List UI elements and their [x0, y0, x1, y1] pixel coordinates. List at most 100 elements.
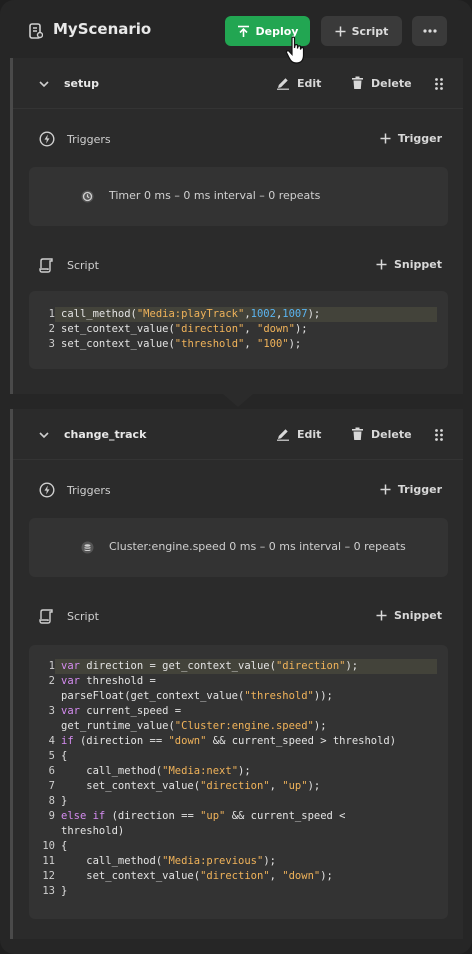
add-snippet-label: Snippet	[394, 609, 442, 622]
line-number: 11	[42, 855, 55, 867]
code-line: 2 var threshold =	[29, 674, 448, 689]
code-text: threshold)	[61, 825, 125, 837]
line-number: 4	[48, 735, 55, 747]
line-number: 12	[42, 870, 55, 882]
add-snippet-label: Snippet	[394, 258, 442, 271]
scenario-icon	[29, 23, 43, 39]
line-number: 10	[42, 840, 55, 852]
code-editor[interactable]: 1 var direction = get_context_value("dire…	[29, 645, 448, 919]
plus-icon	[380, 484, 391, 495]
code-text: var threshold =	[61, 675, 156, 687]
block-name: change_track	[64, 428, 147, 441]
add-script-label: Script	[351, 24, 389, 38]
code-line: 3 var current_speed =	[29, 704, 448, 719]
code-line: 10 {	[29, 839, 448, 854]
code-line: parseFloat(get_context_value("threshold"…	[29, 689, 448, 704]
script-label: Script	[67, 258, 99, 272]
code-line: 11 call_method("Media:previous");	[29, 854, 448, 869]
plus-icon	[380, 133, 391, 144]
line-number	[29, 689, 55, 704]
add-snippet-button[interactable]: Snippet	[376, 609, 442, 622]
code-text: set_context_value("direction", "down");	[61, 323, 308, 335]
code-text: }	[61, 795, 68, 807]
plus-icon	[376, 259, 387, 270]
code-line: 12 set_context_value("direction", "down"…	[29, 869, 448, 884]
code-line: 5{	[29, 749, 448, 764]
code-line: 2 set_context_value("direction", "down")…	[29, 322, 448, 337]
clock-icon	[81, 190, 94, 203]
database-icon	[81, 541, 94, 554]
script-heading: Script	[39, 257, 99, 273]
script-block-change-track: change_track Edit Delete Triggers Trigge…	[10, 409, 463, 939]
code-line: 9 else if (direction == "up" && current_s…	[29, 809, 448, 824]
code-text: set_context_value("direction", "up");	[61, 780, 321, 792]
trash-icon	[351, 76, 364, 90]
plus-icon	[335, 26, 346, 37]
code-text: var current_speed =	[61, 705, 182, 717]
more-options-button[interactable]	[412, 16, 447, 46]
delete-label: Delete	[371, 427, 412, 441]
code-line: 3 set_context_value("threshold", "100");	[29, 337, 448, 352]
code-line: 8}	[29, 794, 448, 809]
trigger-description: Cluster:engine.speed 0 ms – 0 ms interva…	[109, 540, 406, 553]
line-number	[29, 824, 55, 839]
drag-handle-icon[interactable]	[434, 428, 444, 442]
lightning-icon	[39, 131, 55, 147]
edit-label: Edit	[297, 76, 322, 90]
delete-button[interactable]: Delete	[351, 427, 412, 441]
lightning-icon	[39, 482, 55, 498]
page-title: MyScenario	[53, 20, 152, 38]
edit-button[interactable]: Edit	[276, 76, 321, 90]
script-label: Script	[67, 609, 99, 623]
code-text: set_context_value("direction", "down");	[61, 870, 333, 882]
code-text: var direction = get_context_value("direc…	[55, 659, 437, 674]
add-trigger-label: Trigger	[397, 483, 442, 496]
code-text: {	[61, 840, 68, 852]
add-trigger-button[interactable]: Trigger	[380, 483, 442, 496]
trigger-item[interactable]: Cluster:engine.speed 0 ms – 0 ms interva…	[29, 518, 448, 577]
code-text: get_runtime_value("Cluster:engine.speed"…	[61, 720, 327, 732]
code-text: else if (direction == "up" && current_sp…	[61, 810, 346, 822]
line-number: 3	[48, 338, 55, 350]
scroll-icon	[39, 608, 55, 624]
triggers-heading: Triggers	[39, 131, 111, 147]
code-text: call_method("Media:next");	[61, 765, 251, 777]
code-editor[interactable]: 1 call_method("Media:playTrack",1002,100…	[29, 291, 448, 369]
delete-button[interactable]: Delete	[351, 76, 412, 90]
add-snippet-button[interactable]: Snippet	[376, 258, 442, 271]
code-line: 6 call_method("Media:next");	[29, 764, 448, 779]
line-number: 2	[48, 323, 55, 335]
add-trigger-button[interactable]: Trigger	[380, 132, 442, 145]
code-line: 1 call_method("Media:playTrack",1002,100…	[29, 307, 448, 322]
pencil-icon	[276, 427, 290, 441]
delete-label: Delete	[371, 76, 412, 90]
line-number: 2	[48, 675, 55, 687]
pencil-icon	[276, 76, 290, 90]
code-text: call_method("Media:previous");	[61, 855, 276, 867]
triggers-label: Triggers	[67, 483, 111, 497]
add-script-button[interactable]: Script	[321, 16, 402, 46]
edit-label: Edit	[297, 427, 322, 441]
line-number: 13	[42, 885, 55, 897]
code-line: 7 set_context_value("direction", "up");	[29, 779, 448, 794]
hand-cursor-icon	[285, 36, 309, 66]
app-window: MyScenario Deploy Script setup Edit Dele…	[0, 0, 472, 954]
line-number: 5	[48, 750, 55, 762]
block-name: setup	[64, 77, 99, 90]
code-line: 13}	[29, 884, 448, 899]
code-text: {	[61, 750, 68, 762]
plus-icon	[376, 610, 387, 621]
chevron-down-icon[interactable]	[39, 430, 49, 440]
drag-handle-icon[interactable]	[434, 77, 444, 91]
script-heading: Script	[39, 608, 99, 624]
trigger-item[interactable]: Timer 0 ms – 0 ms interval – 0 repeats	[29, 167, 448, 226]
upload-icon	[237, 25, 250, 38]
code-text: parseFloat(get_context_value("threshold"…	[61, 690, 333, 702]
ellipsis-icon	[422, 29, 437, 33]
chevron-down-icon[interactable]	[39, 79, 49, 89]
edit-button[interactable]: Edit	[276, 427, 321, 441]
code-text: call_method("Media:playTrack",1002,1007)…	[55, 307, 437, 322]
scroll-icon	[39, 257, 55, 273]
code-text: set_context_value("threshold", "100");	[61, 338, 302, 350]
code-line: threshold)	[29, 824, 448, 839]
